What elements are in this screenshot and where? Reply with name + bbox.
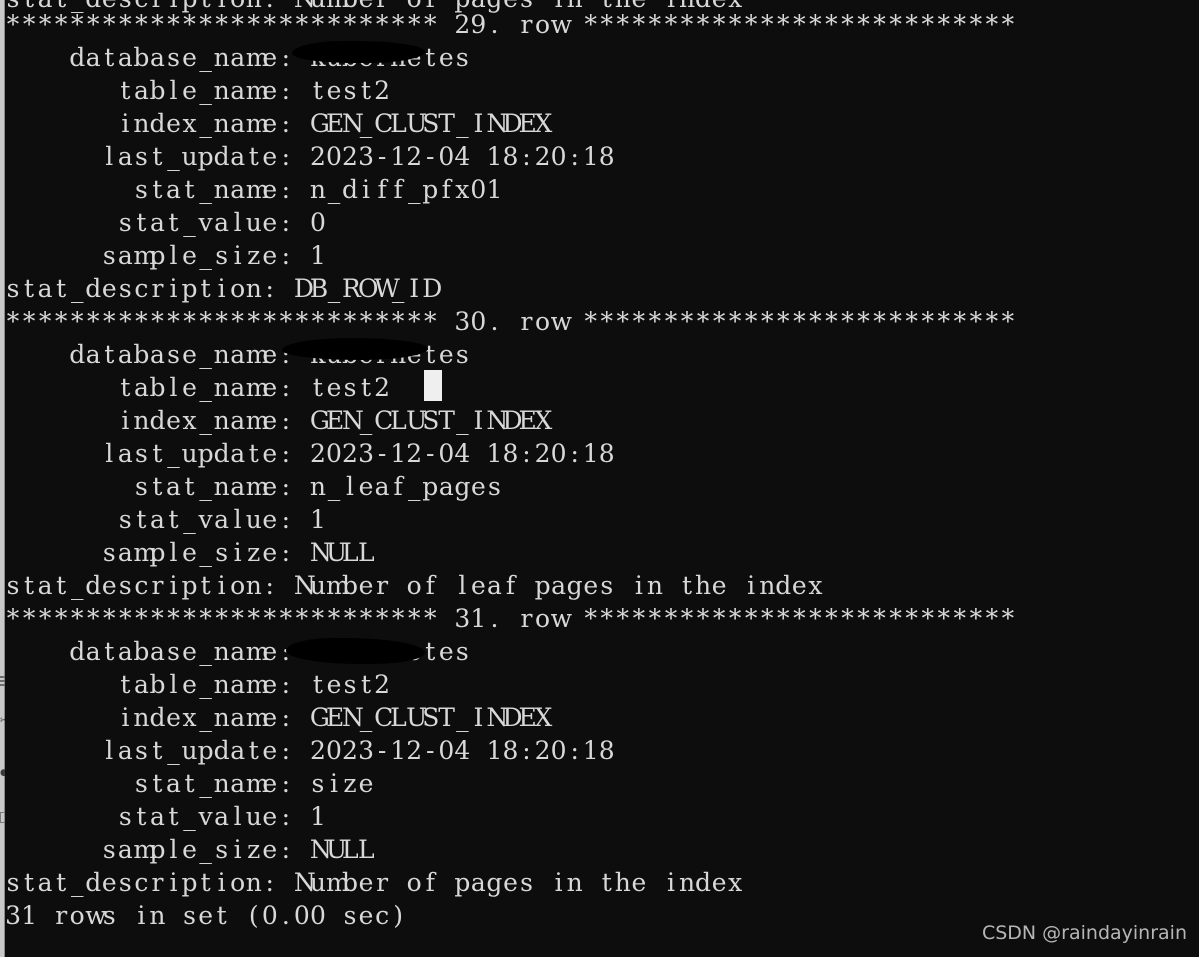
terminal-line: i ndex _name: GEN_CLUST_ I NDEX [121,703,553,732]
terminal-line: * * * * * * * * * * * * * * * * * * * * * * * * * * * 30. r ow * * * *… [6,307,1015,336]
database-name-redaction-row-30 [282,338,428,360]
terminal-line: i ndex _name: GEN_CLUST_ I NDEX [121,406,553,435]
terminal-line: l as t _upda t e: 2023-12-04 18:20:18 [105,439,615,468]
terminal-line: s t a t _des c r i p t i on: DB_ROW_ I D [6,274,443,303]
terminal-line: s t a t _des c r i p t i on: Numbe r of l ea f pages i… [6,571,823,600]
terminal-line: s t a t _ va l ue: 1 [118,802,326,831]
terminal-line: * * * * * * * * * * * * * * * * * * * * * * * * * * * 29. r ow * * * *… [6,10,1015,39]
terminal-line: s t a t _ va l ue: 1 [118,505,326,534]
terminal-line: s t a t _name: n_d i f f _p f x01 [134,175,503,204]
terminal-line: i ndex _name: GEN_CLUST_ I NDEX [121,109,553,138]
terminal-line: l as t _upda t e: 2023-12-04 18:20:18 [105,142,615,171]
terminal-line: l as t _upda t e: 2023-12-04 18:20:18 [105,736,615,765]
terminal-line: s t a t _name: s i ze [134,769,374,798]
csdn-watermark: CSDN @raindayinrain [981,922,1187,944]
terminal-line: samp l e_ s i ze: NULL [102,538,375,567]
text-cursor-block [424,370,442,401]
terminal-line: s t a t _name: n_ l ea f _pages [134,472,501,501]
terminal-line: samp l e_ s i ze: NULL [102,835,375,864]
terminal-line: * * * * * * * * * * * * * * * * * * * * * * * * * * * 31. r ow * * * *… [6,604,1015,633]
terminal-line: s t a t _ va l ue: 0 [118,208,326,237]
terminal-line: 31 r ows in se t (0. 00 sec) [5,901,404,930]
terminal-line: t ab l e_name: t es t 2 [120,670,391,699]
database-name-redaction-row-31 [286,638,425,664]
terminal-line: t ab l e_name: t es t 2 [120,373,391,402]
database-name-redaction-row-29 [292,41,425,63]
terminal-line: t ab l e_name: t es t 2 [120,76,391,105]
terminal-output-pane[interactable]: stat_description: Number of pages in the… [5,0,1199,957]
terminal-line: samp l e_ s i ze: 1 [102,241,326,270]
terminal-line: stat_description: Number of pages in the… [6,868,743,897]
